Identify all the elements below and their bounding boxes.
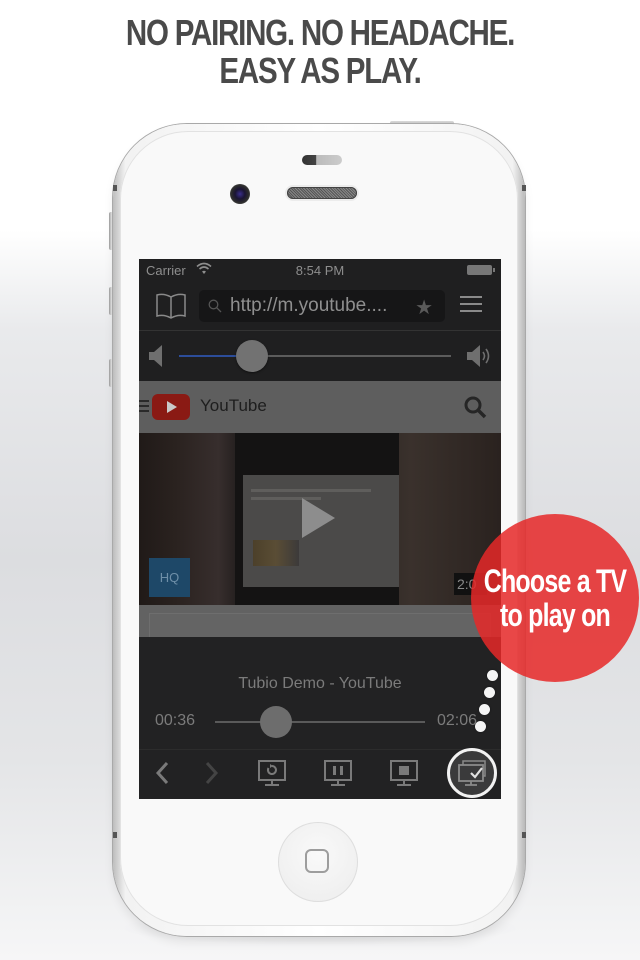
speaker-low-icon bbox=[147, 343, 165, 374]
home-square-icon bbox=[305, 849, 329, 873]
pause-on-tv-icon[interactable] bbox=[323, 758, 353, 793]
video-frame-text bbox=[251, 489, 371, 492]
hamburger-icon[interactable] bbox=[139, 400, 149, 415]
callout-line-2: to play on bbox=[499, 597, 611, 633]
hint-dot bbox=[484, 687, 495, 698]
back-icon[interactable] bbox=[153, 758, 171, 793]
search-icon bbox=[208, 299, 222, 318]
youtube-header: YouTube bbox=[139, 381, 501, 433]
volume-control bbox=[139, 331, 501, 381]
speaker-high-icon bbox=[465, 343, 493, 374]
proximity-sensor bbox=[302, 155, 342, 165]
video-thumbnail[interactable]: HQ 2:0 bbox=[139, 433, 501, 605]
search-icon[interactable] bbox=[463, 395, 487, 424]
antenna-band bbox=[113, 185, 117, 191]
book-icon[interactable] bbox=[155, 292, 187, 325]
volume-slider-thumb[interactable] bbox=[236, 340, 269, 372]
star-icon[interactable]: ★ bbox=[415, 295, 433, 320]
hint-dot bbox=[475, 721, 486, 732]
replay-on-tv-icon[interactable] bbox=[257, 758, 287, 793]
seek-slider[interactable] bbox=[215, 706, 425, 738]
stop-on-tv-icon[interactable] bbox=[389, 758, 419, 793]
web-view: YouTube HQ 2:0 bbox=[139, 381, 501, 637]
url-input[interactable] bbox=[230, 292, 410, 320]
current-time: 00:36 bbox=[155, 712, 196, 729]
antenna-band bbox=[522, 185, 526, 191]
site-title: YouTube bbox=[200, 396, 267, 415]
status-bar: Carrier 8:54 PM bbox=[139, 259, 501, 281]
choose-tv-button[interactable] bbox=[447, 748, 497, 798]
clock: 8:54 PM bbox=[295, 263, 345, 278]
callout-line-1: Choose a TV bbox=[483, 563, 627, 599]
seek-slider-thumb[interactable] bbox=[259, 706, 292, 738]
antenna-band bbox=[113, 832, 117, 838]
home-button[interactable] bbox=[278, 822, 358, 902]
content-card bbox=[149, 613, 491, 637]
headline-line-2: EASY AS PLAY. bbox=[219, 50, 421, 91]
hint-dot bbox=[479, 704, 490, 715]
callout-text: Choose a TV to play on bbox=[482, 564, 629, 632]
youtube-logo-icon[interactable] bbox=[152, 394, 190, 420]
phone-screen: Carrier 8:54 PM ★ bbox=[139, 259, 501, 799]
browser-toolbar: ★ bbox=[139, 281, 501, 331]
hint-dot bbox=[487, 670, 498, 681]
earpiece-speaker bbox=[287, 187, 357, 199]
video-frame-thumb bbox=[253, 540, 299, 566]
forward-icon[interactable] bbox=[203, 758, 221, 793]
page-content bbox=[139, 605, 501, 637]
play-icon[interactable] bbox=[302, 498, 335, 538]
choose-tv-icon bbox=[457, 759, 489, 794]
headline: NO PAIRING. NO HEADACHE. EASY AS PLAY. bbox=[58, 14, 583, 90]
choose-tv-callout: Choose a TV to play on bbox=[471, 514, 639, 682]
front-camera bbox=[230, 184, 250, 204]
hamburger-icon[interactable] bbox=[460, 296, 482, 314]
total-time: 02:06 bbox=[437, 712, 478, 729]
battery-icon bbox=[467, 265, 495, 275]
hq-badge[interactable]: HQ bbox=[149, 558, 190, 597]
volume-slider[interactable] bbox=[179, 340, 451, 372]
headline-line-1: NO PAIRING. NO HEADACHE. bbox=[125, 12, 515, 53]
address-bar[interactable]: ★ bbox=[199, 290, 445, 322]
antenna-band bbox=[522, 832, 526, 838]
now-playing-title: Tubio Demo - YouTube bbox=[238, 675, 402, 692]
